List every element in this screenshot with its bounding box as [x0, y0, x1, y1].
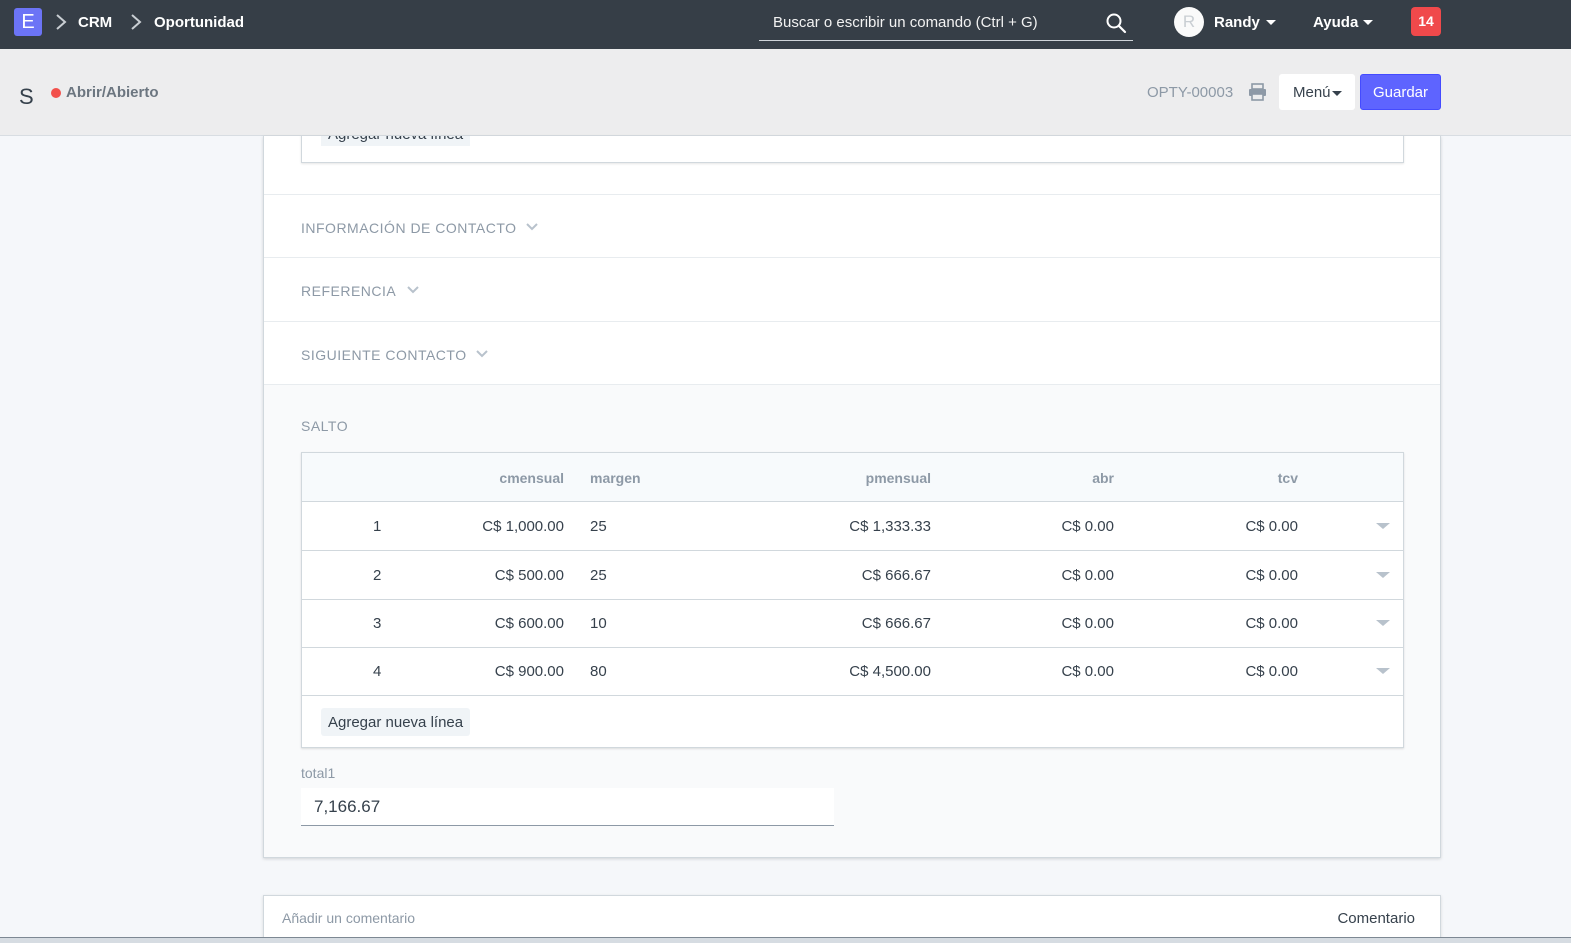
row-expand-icon[interactable] [1376, 668, 1390, 674]
cell-margen[interactable]: 25 [590, 518, 607, 535]
cell-tcv[interactable]: C$ 0.00 [1245, 518, 1298, 535]
column-header-pmensual: pmensual [865, 470, 931, 486]
row-index: 2 [373, 567, 382, 584]
document-id: OPTY-00003 [1147, 84, 1234, 101]
row-index: 4 [373, 663, 382, 680]
section-contact-info[interactable]: INFORMACIÓN DE CONTACTO [264, 194, 1440, 257]
row-expand-icon[interactable] [1376, 572, 1390, 578]
add-row-button[interactable]: Agregar nueva línea [321, 136, 471, 146]
status-badge: Abrir/Abierto [66, 84, 159, 101]
cell-abr[interactable]: C$ 0.00 [1061, 518, 1114, 535]
total-label: total1 [301, 765, 336, 781]
column-header-cmensual: cmensual [499, 470, 564, 486]
page-head: S Abrir/Abierto OPTY-00003 Menú Guardar [0, 49, 1571, 136]
avatar[interactable]: R [1174, 7, 1204, 37]
notifications-badge[interactable]: 14 [1411, 7, 1441, 36]
section-salto: SALTO cmensual margen pmensual abr tcv 1… [264, 384, 1440, 857]
page-title: S [19, 84, 34, 109]
section-next-contact[interactable]: SIGUIENTE CONTACTO [264, 321, 1440, 384]
row-expand-icon[interactable] [1376, 620, 1390, 626]
section-title: SALTO [301, 418, 349, 434]
caret-down-icon [1332, 91, 1342, 96]
breadcrumb-crm[interactable]: CRM [78, 14, 112, 31]
table-row[interactable]: 1 C$ 1,000.00 25 C$ 1,333.33 C$ 0.00 C$ … [302, 502, 1403, 551]
menu-button-label: Menú [1293, 83, 1331, 101]
row-expand-icon[interactable] [1376, 523, 1390, 529]
chevron-down-icon [407, 286, 419, 294]
cell-margen[interactable]: 25 [590, 567, 607, 584]
section-title: SIGUIENTE CONTACTO [301, 347, 467, 363]
comment-input[interactable]: Añadir un comentario [282, 910, 415, 926]
comment-box: Añadir un comentario Comentario [263, 895, 1441, 943]
chevron-right-icon [131, 14, 142, 30]
row-index: 1 [373, 518, 382, 535]
cell-pmensual[interactable]: C$ 666.67 [862, 615, 931, 632]
section-reference[interactable]: REFERENCIA [264, 257, 1440, 321]
cell-tcv[interactable]: C$ 0.00 [1245, 567, 1298, 584]
user-menu[interactable]: Randy [1214, 14, 1260, 31]
add-row-button[interactable]: Agregar nueva línea [321, 708, 471, 736]
print-icon[interactable] [1248, 83, 1267, 101]
chevron-right-icon [56, 14, 67, 30]
chevron-down-icon [476, 350, 488, 358]
caret-down-icon [1363, 20, 1373, 25]
salto-table: cmensual margen pmensual abr tcv 1 C$ 1,… [301, 452, 1404, 748]
form-card: Agregar nueva línea INFORMACIÓN DE CONTA… [263, 136, 1441, 858]
section-title: REFERENCIA [301, 283, 397, 299]
cell-tcv[interactable]: C$ 0.00 [1245, 615, 1298, 632]
cell-cmensual[interactable]: C$ 600.00 [495, 615, 564, 632]
table-row[interactable]: 4 C$ 900.00 80 C$ 4,500.00 C$ 0.00 C$ 0.… [302, 647, 1403, 696]
cell-margen[interactable]: 80 [590, 663, 607, 680]
cell-margen[interactable]: 10 [590, 615, 607, 632]
column-header-tcv: tcv [1277, 470, 1298, 486]
cell-cmensual[interactable]: C$ 1,000.00 [482, 518, 564, 535]
search-input[interactable]: Buscar o escribir un comando (Ctrl + G) [759, 6, 1133, 41]
column-header-margen: margen [590, 470, 641, 486]
save-button[interactable]: Guardar [1360, 74, 1441, 110]
cell-abr[interactable]: C$ 0.00 [1061, 567, 1114, 584]
menu-button[interactable]: Menú [1279, 74, 1355, 110]
cell-cmensual[interactable]: C$ 900.00 [495, 663, 564, 680]
cell-pmensual[interactable]: C$ 4,500.00 [849, 663, 931, 680]
search-icon[interactable] [1105, 12, 1127, 34]
table-header: cmensual margen pmensual abr tcv [302, 453, 1403, 502]
table-row[interactable]: 2 C$ 500.00 25 C$ 666.67 C$ 0.00 C$ 0.00 [302, 551, 1403, 600]
cell-pmensual[interactable]: C$ 1,333.33 [849, 518, 931, 535]
search-placeholder: Buscar o escribir un comando (Ctrl + G) [773, 14, 1038, 31]
section-title: INFORMACIÓN DE CONTACTO [301, 220, 517, 236]
help-menu[interactable]: Ayuda [1313, 14, 1358, 31]
cell-abr[interactable]: C$ 0.00 [1061, 663, 1114, 680]
cell-abr[interactable]: C$ 0.00 [1061, 615, 1114, 632]
caret-down-icon [1266, 20, 1276, 25]
cell-cmensual[interactable]: C$ 500.00 [495, 567, 564, 584]
cell-tcv[interactable]: C$ 0.00 [1245, 663, 1298, 680]
row-index: 3 [373, 615, 382, 632]
os-taskbar [0, 937, 1571, 943]
column-header-abr: abr [1092, 470, 1114, 486]
navbar: E CRM Oportunidad Buscar o escribir un c… [0, 0, 1571, 49]
breadcrumb-oportunidad[interactable]: Oportunidad [154, 14, 244, 31]
comment-button[interactable]: Comentario [1337, 910, 1415, 927]
status-indicator-icon [51, 88, 61, 98]
table-row[interactable]: 3 C$ 600.00 10 C$ 666.67 C$ 0.00 C$ 0.00 [302, 599, 1403, 648]
app-logo[interactable]: E [14, 8, 42, 36]
total-field[interactable] [301, 788, 834, 826]
chevron-down-icon [526, 223, 538, 231]
previous-table-footer: Agregar nueva línea [301, 136, 1404, 163]
cell-pmensual[interactable]: C$ 666.67 [862, 567, 931, 584]
